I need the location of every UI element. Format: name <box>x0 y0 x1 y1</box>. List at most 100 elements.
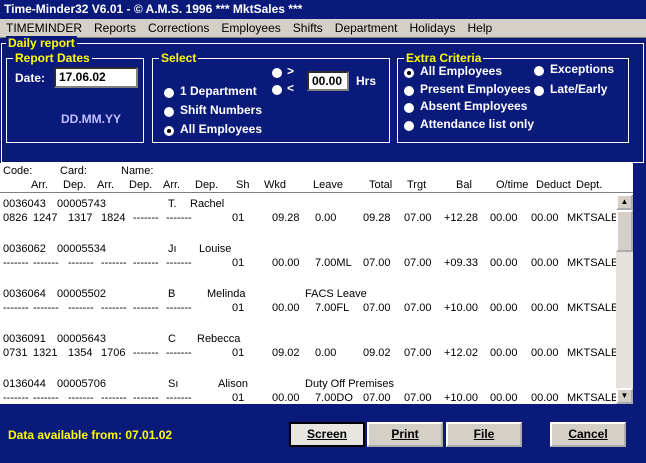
row-time: ------- <box>68 392 94 404</box>
row-card: 00005643 <box>57 333 106 345</box>
scroll-down-icon[interactable]: ▼ <box>616 388 633 404</box>
row-code: 0036091 <box>3 333 46 345</box>
menu-holidays[interactable]: Holidays <box>403 21 461 35</box>
row-leave: 7.00DO <box>315 392 353 404</box>
row-card: 00005534 <box>57 243 106 255</box>
absent-employees-radio[interactable] <box>404 103 414 113</box>
exceptions-radio[interactable] <box>534 66 544 76</box>
row-balance: +12.28 <box>444 212 478 224</box>
col-bal: Bal <box>456 179 472 191</box>
row-target: 07.00 <box>404 392 432 404</box>
exceptions-label: Exceptions <box>550 62 615 76</box>
select-all-employees-radio[interactable] <box>164 126 174 136</box>
attendance-list-label: Attendance list only <box>420 117 535 131</box>
data-available-text: Data available from: 07.01.02 <box>8 428 173 442</box>
row-overtime: 00.00 <box>490 347 518 359</box>
row-note: FACS Leave <box>305 288 367 300</box>
row-dept: MKTSALE <box>567 302 616 314</box>
one-department-radio[interactable] <box>164 88 174 98</box>
col-code: Code: <box>3 165 33 177</box>
compare-gt-radio[interactable] <box>272 68 282 78</box>
print-button-label: Print <box>391 427 419 441</box>
hours-input[interactable]: 00.00 <box>307 71 349 91</box>
col-name: Name: <box>121 165 154 177</box>
cancel-button[interactable]: Cancel <box>550 422 626 447</box>
shift-numbers-label: Shift Numbers <box>180 103 263 117</box>
row-time: ------- <box>3 392 29 404</box>
row-time: ------- <box>133 347 159 359</box>
absent-employees-label: Absent Employees <box>420 99 528 113</box>
menu-bar: TIMEMINDER Reports Corrections Employees… <box>0 19 646 38</box>
col-arr-1: Arr. <box>31 179 49 191</box>
shift-numbers-radio[interactable] <box>164 107 174 117</box>
row-time: ------- <box>133 212 159 224</box>
present-employees-radio[interactable] <box>404 86 414 96</box>
file-button[interactable]: File <box>446 422 522 447</box>
row-total: 09.02 <box>363 347 391 359</box>
row-card: 00005502 <box>57 288 106 300</box>
table-row[interactable]: 0036043 00005743 T. Rachel 0826 1247 1317 1824-… <box>0 194 616 239</box>
row-overtime: 00.00 <box>490 257 518 269</box>
select-label: Select <box>159 51 199 65</box>
row-target: 07.00 <box>404 257 432 269</box>
print-button[interactable]: Print <box>367 422 443 447</box>
compare-lt-radio[interactable] <box>272 85 282 95</box>
date-input[interactable]: 17.06.02 <box>54 67 138 88</box>
row-name: Rachel <box>190 198 225 210</box>
row-time: ------- <box>68 257 94 269</box>
column-header: Code: Card: Name: Arr. Dep. Arr. Dep. Ar… <box>0 163 633 193</box>
hours-unit-label: Hrs <box>356 74 377 88</box>
menu-employees[interactable]: Employees <box>215 21 286 35</box>
row-time: 1247 <box>33 212 58 224</box>
row-time: ------- <box>33 257 59 269</box>
table-row[interactable]: 0136044 00005706 Sı Alison Duty Off Premises… <box>0 374 616 404</box>
menu-shifts[interactable]: Shifts <box>287 21 329 35</box>
row-initial: Jı <box>168 243 177 255</box>
row-leave: 7.00FL <box>315 302 350 314</box>
report-list[interactable]: Code: Card: Name: Arr. Dep. Arr. Dep. Ar… <box>0 163 633 404</box>
col-arr-3: Arr. <box>163 179 181 191</box>
daily-report-label: Daily report <box>6 36 77 50</box>
row-shift: 01 <box>232 392 245 404</box>
row-balance: +12.02 <box>444 347 478 359</box>
menu-timeminder[interactable]: TIMEMINDER <box>0 21 88 35</box>
menu-corrections[interactable]: Corrections <box>142 21 215 35</box>
row-total: 07.00 <box>363 302 391 314</box>
menu-help[interactable]: Help <box>462 21 499 35</box>
row-deduct: 00.00 <box>531 347 559 359</box>
vertical-scrollbar[interactable]: ▲ ▼ <box>616 194 633 404</box>
table-row[interactable]: 0036091 00005643 C Rebecca 0731 1321 1354 1706-… <box>0 329 616 374</box>
row-time: ------- <box>101 302 127 314</box>
row-time: ------- <box>33 392 59 404</box>
row-time: 1317 <box>68 212 93 224</box>
row-time: ------- <box>166 302 192 314</box>
scroll-up-icon[interactable]: ▲ <box>616 194 633 210</box>
row-time: ------- <box>68 302 94 314</box>
row-time: ------- <box>166 392 192 404</box>
late-early-radio[interactable] <box>534 86 544 96</box>
col-deduct: Deduct <box>536 179 571 191</box>
extra-all-employees-radio[interactable] <box>404 68 414 78</box>
row-time: 1706 <box>101 347 126 359</box>
row-note: Duty Off Premises <box>305 378 395 390</box>
file-button-label: File <box>473 427 495 441</box>
one-department-label: 1 Department <box>180 84 257 98</box>
table-row[interactable]: 0036064 00005502 B Melinda FACS Leave -------… <box>0 284 616 329</box>
row-dept: MKTSALE <box>567 257 616 269</box>
row-initial: C <box>168 333 176 345</box>
scroll-thumb[interactable] <box>616 210 633 252</box>
row-time: ------- <box>166 257 192 269</box>
menu-department[interactable]: Department <box>329 21 404 35</box>
row-time: ------- <box>3 257 29 269</box>
row-time: ------- <box>101 392 127 404</box>
menu-reports[interactable]: Reports <box>88 21 142 35</box>
screen-button[interactable]: Screen <box>289 422 365 447</box>
row-initial: B <box>168 288 176 300</box>
row-code: 0036064 <box>3 288 46 300</box>
row-name: Alison <box>218 378 248 390</box>
attendance-list-radio[interactable] <box>404 121 414 131</box>
row-code: 0036062 <box>3 243 46 255</box>
row-time: ------- <box>166 347 192 359</box>
present-employees-label: Present Employees <box>420 82 531 96</box>
table-row[interactable]: 0036062 00005534 Jı Louise ------- ------- ---… <box>0 239 616 284</box>
